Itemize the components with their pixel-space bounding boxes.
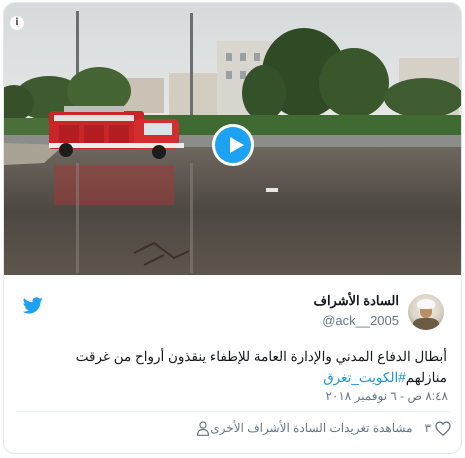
- info-icon[interactable]: i: [10, 16, 24, 30]
- avatar[interactable]: [408, 294, 444, 330]
- view-more-tweets-label: مشاهدة تغريدات السادة الأشراف الأخرى: [210, 421, 413, 435]
- like-count: ٣: [424, 421, 431, 435]
- like-button[interactable]: ٣: [424, 420, 451, 436]
- play-icon[interactable]: [212, 124, 254, 166]
- video-thumbnail[interactable]: i: [4, 3, 461, 275]
- author-display-name[interactable]: السادة الأشراف: [313, 293, 399, 309]
- author-handle[interactable]: @ack__2005: [322, 313, 399, 328]
- embedded-tweet-card: i السادة الأشراف @ack__2005 أبطال الدفاع…: [3, 2, 462, 454]
- tweet-actions: ٣ مشاهدة تغريدات السادة الأشراف الأخرى: [190, 417, 451, 439]
- person-icon: [197, 420, 210, 436]
- twitter-bird-icon[interactable]: [23, 297, 43, 314]
- view-more-tweets-link[interactable]: مشاهدة تغريدات السادة الأشراف الأخرى: [190, 420, 413, 436]
- tweet-timestamp[interactable]: ٨:٤٨ ص - ٦ نوفمبر ٢٠١٨: [325, 389, 448, 403]
- hashtag-link[interactable]: #الكويت_تغرق: [323, 370, 406, 385]
- tweet-header: السادة الأشراف @ack__2005: [4, 290, 461, 330]
- heart-icon: [435, 420, 451, 436]
- divider: [16, 411, 449, 412]
- tweet-text: أبطال الدفاع المدني والإدارة العامة للإط…: [47, 346, 447, 388]
